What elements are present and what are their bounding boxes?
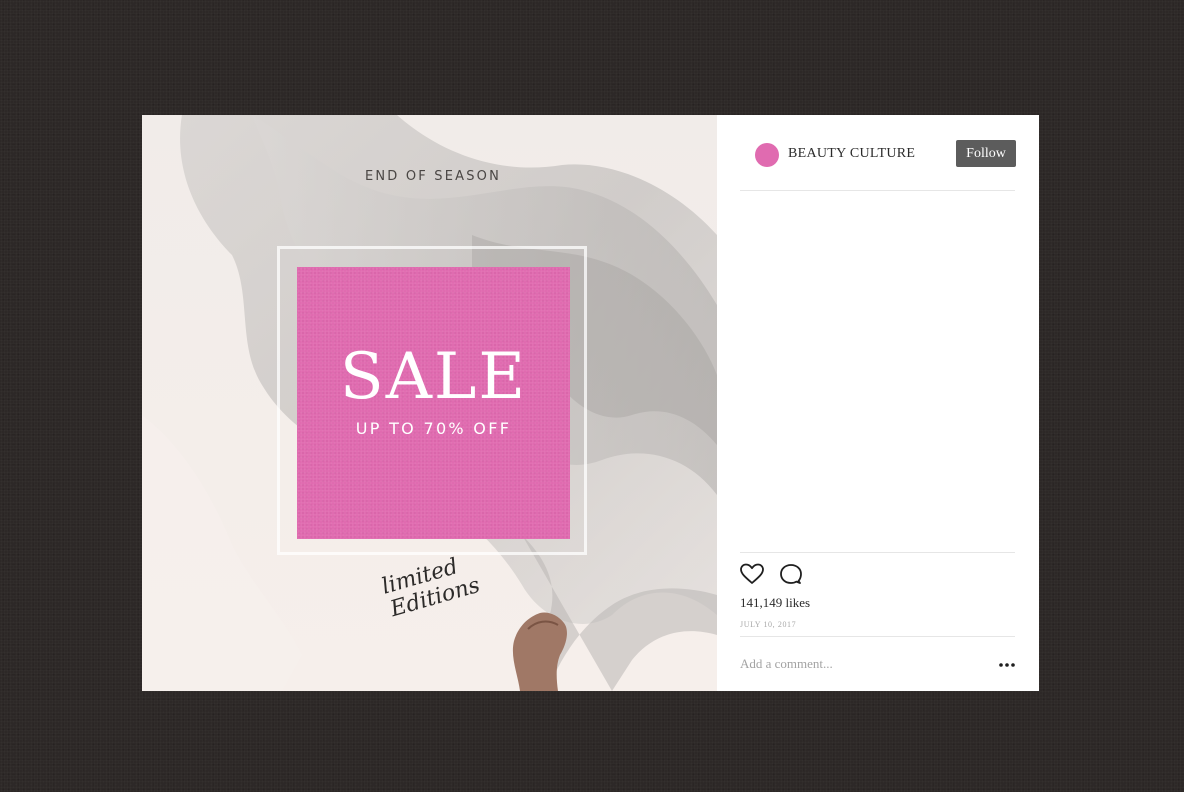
- header-divider: [740, 190, 1015, 191]
- comment-divider: [740, 636, 1015, 637]
- actions-divider: [740, 552, 1015, 553]
- username[interactable]: BEAUTY CULTURE: [788, 146, 915, 162]
- post-date: JULY 10, 2017: [740, 620, 797, 629]
- sale-subheadline: UP TO 70% OFF: [355, 419, 512, 438]
- follow-button[interactable]: Follow: [956, 140, 1016, 167]
- instagram-post-card: END OF SEASON SALE UP TO 70% OFF limited…: [142, 115, 1039, 691]
- sale-headline: SALE: [339, 340, 528, 414]
- likes-count[interactable]: 141,149 likes: [740, 595, 810, 611]
- post-eyebrow-text: END OF SEASON: [364, 169, 502, 184]
- comment-input[interactable]: [740, 654, 980, 674]
- comment-bubble-icon[interactable]: [778, 562, 804, 586]
- hand-image: [512, 612, 567, 691]
- sale-box: SALE UP TO 70% OFF: [297, 267, 570, 539]
- heart-icon[interactable]: [739, 562, 765, 586]
- post-side-panel: BEAUTY CULTURE Follow 141,149 likes JULY…: [717, 115, 1039, 691]
- avatar[interactable]: [755, 143, 779, 167]
- post-image[interactable]: END OF SEASON SALE UP TO 70% OFF limited…: [142, 115, 717, 691]
- more-options-icon[interactable]: [998, 658, 1016, 670]
